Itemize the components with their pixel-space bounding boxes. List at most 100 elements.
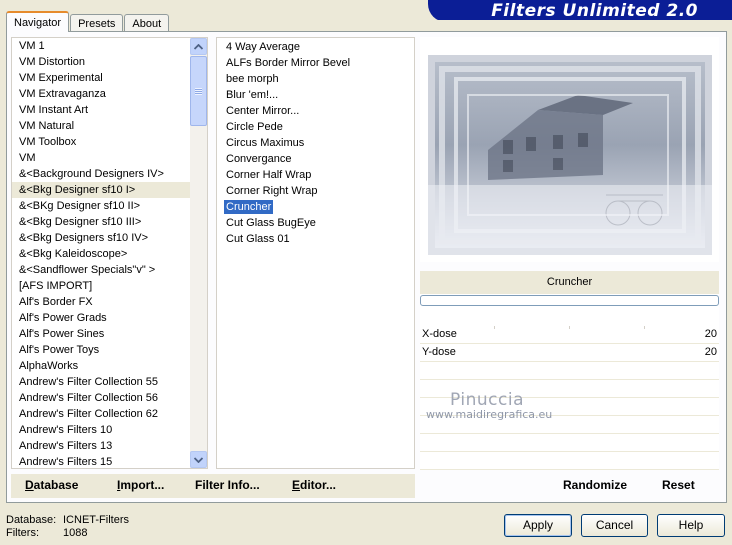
- category-item[interactable]: &<Bkg Designers sf10 IV>: [12, 230, 207, 246]
- filter-items: 4 Way Average ALFs Border Mirror Bevel bee…: [217, 38, 414, 247]
- category-items: VM 1 VM Distortion VM Experimental VM Extra…: [12, 38, 207, 468]
- category-item[interactable]: VM Natural: [12, 118, 207, 134]
- filter-list[interactable]: 4 Way Average ALFs Border Mirror Bevel bee…: [216, 37, 415, 469]
- category-item[interactable]: AlphaWorks: [12, 358, 207, 374]
- filter-item[interactable]: Cut Glass BugEye: [217, 215, 414, 231]
- category-item[interactable]: Andrew's Filters 15: [12, 454, 207, 468]
- category-list[interactable]: VM 1 VM Distortion VM Experimental VM Extra…: [11, 37, 208, 469]
- category-item[interactable]: &<Bkg Kaleidoscope>: [12, 246, 207, 262]
- category-item[interactable]: VM: [12, 150, 207, 166]
- category-item[interactable]: Andrew's Filter Collection 55: [12, 374, 207, 390]
- filter-item[interactable]: ALFs Border Mirror Bevel: [217, 55, 414, 71]
- param-label: X-dose: [422, 328, 457, 340]
- filter-item-label: Convergance: [226, 153, 292, 165]
- import-button-label: mport...: [120, 478, 165, 492]
- param-value: 20: [704, 346, 717, 358]
- category-item[interactable]: VM Toolbox: [12, 134, 207, 150]
- database-button-mnemonic: D: [25, 478, 34, 492]
- filter-item[interactable]: bee morph: [217, 71, 414, 87]
- cancel-button[interactable]: Cancel: [581, 514, 648, 537]
- filter-item[interactable]: Cut Glass 01: [217, 231, 414, 247]
- param-row-empty: [420, 362, 719, 380]
- filters-count-label: Filters:: [6, 527, 39, 539]
- category-item[interactable]: VM Experimental: [12, 70, 207, 86]
- filter-info-button-label: nfo...: [231, 478, 260, 492]
- category-item[interactable]: [AFS IMPORT]: [12, 278, 207, 294]
- category-item[interactable]: VM Instant Art: [12, 102, 207, 118]
- slider-tick: [494, 326, 495, 329]
- reset-button[interactable]: Reset: [662, 478, 695, 492]
- tab-about[interactable]: About: [124, 14, 170, 32]
- tab-navigator[interactable]: Navigator: [6, 11, 70, 32]
- category-item[interactable]: &<Sandflower Specials"v" >: [12, 262, 207, 278]
- scroll-up-button[interactable]: [190, 38, 207, 55]
- category-item[interactable]: Andrew's Filter Collection 62: [12, 406, 207, 422]
- watermark: Pinuccia www.maidiregrafica.eu: [426, 390, 646, 421]
- filter-info-button-mnemonic: Filter I: [195, 478, 232, 492]
- category-item[interactable]: Alf's Power Toys: [12, 342, 207, 358]
- category-item[interactable]: Alf's Power Sines: [12, 326, 207, 342]
- category-item[interactable]: Alf's Border FX: [12, 294, 207, 310]
- category-item[interactable]: VM Extravaganza: [12, 86, 207, 102]
- watermark-site: www.maidiregrafica.eu: [426, 408, 553, 421]
- filters-count-info: Filters: 1088: [6, 527, 87, 539]
- filter-item[interactable]: Corner Right Wrap: [217, 183, 414, 199]
- filter-name-label: Cruncher: [420, 271, 719, 294]
- filter-item-label: Corner Right Wrap: [226, 185, 318, 197]
- param-row-y-dose[interactable]: Y-dose 20: [420, 344, 719, 362]
- filter-item[interactable]: Circus Maximus: [217, 135, 414, 151]
- preview-image: [428, 55, 712, 255]
- slider-tick: [569, 326, 570, 329]
- progress-bar: [420, 295, 719, 306]
- scroll-down-button[interactable]: [190, 451, 207, 468]
- database-info: Database: ICNET-Filters: [6, 514, 129, 526]
- filter-item[interactable]: Center Mirror...: [217, 103, 414, 119]
- banner-edge: [428, 20, 732, 24]
- category-item[interactable]: Andrew's Filters 10: [12, 422, 207, 438]
- editor-button[interactable]: Editor...: [292, 478, 336, 492]
- category-item[interactable]: &<BKg Designer sf10 II>: [12, 198, 207, 214]
- filter-item-label: ALFs Border Mirror Bevel: [226, 57, 351, 69]
- category-item[interactable]: VM Distortion: [12, 54, 207, 70]
- param-label: Y-dose: [422, 346, 456, 358]
- filter-item-label: Blur 'em!...: [226, 89, 279, 101]
- category-item[interactable]: Andrew's Filter Collection 56: [12, 390, 207, 406]
- database-info-label: Database:: [6, 514, 57, 526]
- category-item[interactable]: &<Bkg Designer sf10 III>: [12, 214, 207, 230]
- tab-presets[interactable]: Presets: [70, 14, 124, 32]
- scroll-thumb[interactable]: [190, 56, 207, 126]
- chevron-up-icon: [194, 43, 203, 50]
- param-row-empty: [420, 452, 719, 470]
- help-button[interactable]: Help: [657, 514, 725, 537]
- category-item[interactable]: &<Bkg Designer sf10 I>: [12, 182, 207, 198]
- database-button-label: atabase: [33, 478, 79, 492]
- param-row-empty: [420, 434, 719, 452]
- filter-info-button[interactable]: Filter Info...: [195, 478, 260, 492]
- filter-item-label: Corner Half Wrap: [226, 169, 312, 181]
- import-button[interactable]: Import...: [117, 478, 164, 492]
- editor-button-mnemonic: E: [292, 478, 301, 492]
- filter-item-label: Circus Maximus: [226, 137, 305, 149]
- filter-item[interactable]: Blur 'em!...: [217, 87, 414, 103]
- filter-item[interactable]: Cruncher: [217, 199, 414, 215]
- filter-item[interactable]: Circle Pede: [217, 119, 414, 135]
- filter-item-label: Center Mirror...: [226, 105, 300, 117]
- filter-item[interactable]: Convergance: [217, 151, 414, 167]
- chevron-down-icon: [194, 456, 203, 463]
- category-item[interactable]: &<Background Designers IV>: [12, 166, 207, 182]
- param-row-x-dose[interactable]: X-dose 20: [420, 326, 719, 344]
- filter-item[interactable]: 4 Way Average: [217, 39, 414, 55]
- category-item[interactable]: VM 1: [12, 38, 207, 54]
- filter-item[interactable]: Corner Half Wrap: [217, 167, 414, 183]
- app-banner: Filters Unlimited 2.0: [428, 0, 732, 22]
- randomize-button[interactable]: Randomize: [563, 478, 627, 492]
- category-scrollbar[interactable]: [190, 38, 207, 468]
- apply-button[interactable]: Apply: [504, 514, 572, 537]
- watermark-name: Pinuccia: [450, 390, 524, 410]
- param-value: 20: [704, 328, 717, 340]
- database-button[interactable]: Database: [25, 478, 78, 492]
- tab-bar: Navigator Presets About: [6, 10, 170, 32]
- filter-item-label: bee morph: [226, 73, 279, 85]
- category-item[interactable]: Andrew's Filters 13: [12, 438, 207, 454]
- category-item[interactable]: Alf's Power Grads: [12, 310, 207, 326]
